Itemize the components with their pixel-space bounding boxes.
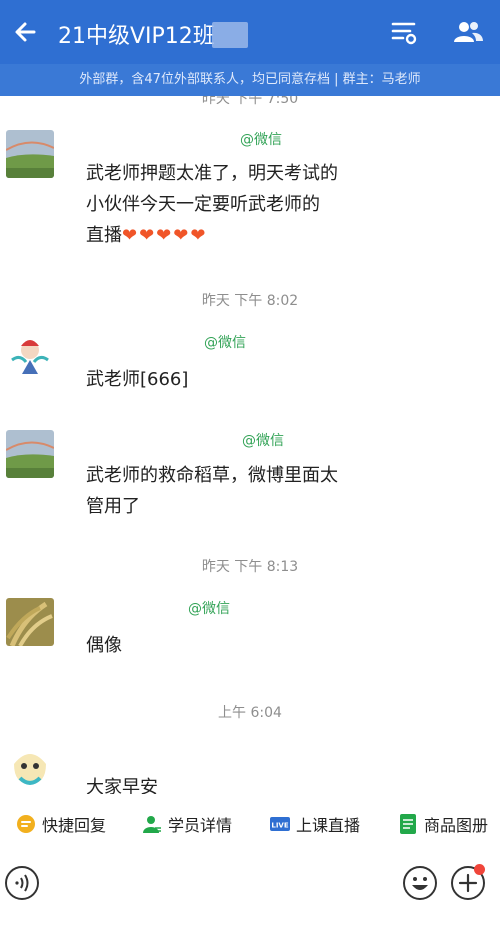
- chat-title: 21中级VIP12班: [58, 24, 215, 49]
- avatar[interactable]: [6, 330, 54, 378]
- arrow-left-icon: [15, 22, 36, 42]
- live-class-icon: LIVE: [270, 817, 290, 831]
- live-class-button[interactable]: LIVE 上课直播: [270, 812, 360, 836]
- bottom-strip: [0, 914, 500, 943]
- emoji-icon: [403, 866, 437, 900]
- quick-reply-icon: [17, 815, 35, 833]
- wechat-tag: @微信: [204, 335, 246, 351]
- avatar[interactable]: [6, 130, 54, 178]
- voice-input-button[interactable]: [4, 865, 40, 901]
- product-catalog-label: 商品图册: [424, 816, 489, 835]
- wheat-avatar-image: [6, 598, 54, 646]
- wechat-tag: @微信: [240, 132, 282, 148]
- chat-message-list[interactable]: 昨天 下午 7:50 @微信 武老师押题太准了，明天考试的 小伙伴今天一定要听武…: [0, 96, 500, 794]
- live-class-label: 上课直播: [296, 816, 361, 835]
- avatar[interactable]: [6, 430, 54, 478]
- product-catalog-button[interactable]: 商品图册: [398, 812, 488, 836]
- header-bar: 21中级VIP12班: [0, 0, 500, 64]
- message-input-bar: [0, 852, 500, 914]
- live-icon-text: LIVE: [271, 822, 288, 830]
- group-settings-button[interactable]: [386, 14, 422, 50]
- wechat-tag: @微信: [242, 433, 284, 449]
- avatar[interactable]: [6, 742, 54, 790]
- student-details-button[interactable]: 学员详情: [142, 812, 232, 836]
- landscape-avatar-image: [6, 130, 54, 178]
- group-members-button[interactable]: [450, 14, 486, 50]
- quick-reply-label: 快捷回复: [42, 816, 107, 835]
- message-line: 管用了: [86, 496, 140, 517]
- notification-dot: [474, 864, 485, 875]
- group-info-banner[interactable]: 外部群，含47位外部联系人，均已同意存档 | 群主：马老师: [0, 64, 500, 96]
- student-details-label: 学员详情: [168, 816, 233, 835]
- voice-input-icon: [5, 866, 39, 900]
- heart-emoji-icon: ❤❤❤❤❤: [122, 225, 208, 246]
- title-blur-redaction: [212, 22, 248, 48]
- message-line: 武老师的救命稻草，微博里面太: [86, 465, 338, 486]
- message-line: 小伙伴今天一定要听武老师的: [86, 194, 320, 215]
- emoji-button[interactable]: [402, 865, 438, 901]
- list-settings-icon: [391, 22, 417, 45]
- message-text[interactable]: 大家早安: [86, 772, 386, 794]
- product-catalog-icon: [400, 814, 416, 834]
- back-button[interactable]: [8, 14, 44, 50]
- message-line: 直播: [86, 225, 122, 246]
- timestamp: 昨天 下午 7:50: [201, 96, 299, 107]
- quick-reply-button[interactable]: 快捷回复: [16, 812, 106, 836]
- avatar[interactable]: [6, 598, 54, 646]
- cartoon-avatar-image: [6, 742, 54, 790]
- message-text[interactable]: 武老师押题太准了，明天考试的 小伙伴今天一定要听武老师的 直播❤❤❤❤❤: [86, 158, 386, 251]
- message-text[interactable]: 偶像: [86, 630, 386, 661]
- student-details-icon: [143, 816, 161, 833]
- quick-action-bar: 快捷回复 学员详情 LIVE 上课直播 商品图册: [0, 794, 500, 852]
- wechat-tag: @微信: [188, 601, 230, 617]
- message-line: 武老师押题太准了，明天考试的: [86, 163, 338, 184]
- timestamp: 昨天 下午 8:13: [201, 559, 299, 575]
- landscape-avatar-image: [6, 430, 54, 478]
- cartoon-avatar-image: [6, 330, 54, 378]
- timestamp: 昨天 下午 8:02: [201, 293, 299, 309]
- group-members-icon: [454, 22, 483, 42]
- message-text[interactable]: 武老师的救命稻草，微博里面太 管用了: [86, 460, 386, 522]
- message-text[interactable]: 武老师[666]: [86, 364, 386, 395]
- timestamp: 上午 6:04: [218, 705, 282, 721]
